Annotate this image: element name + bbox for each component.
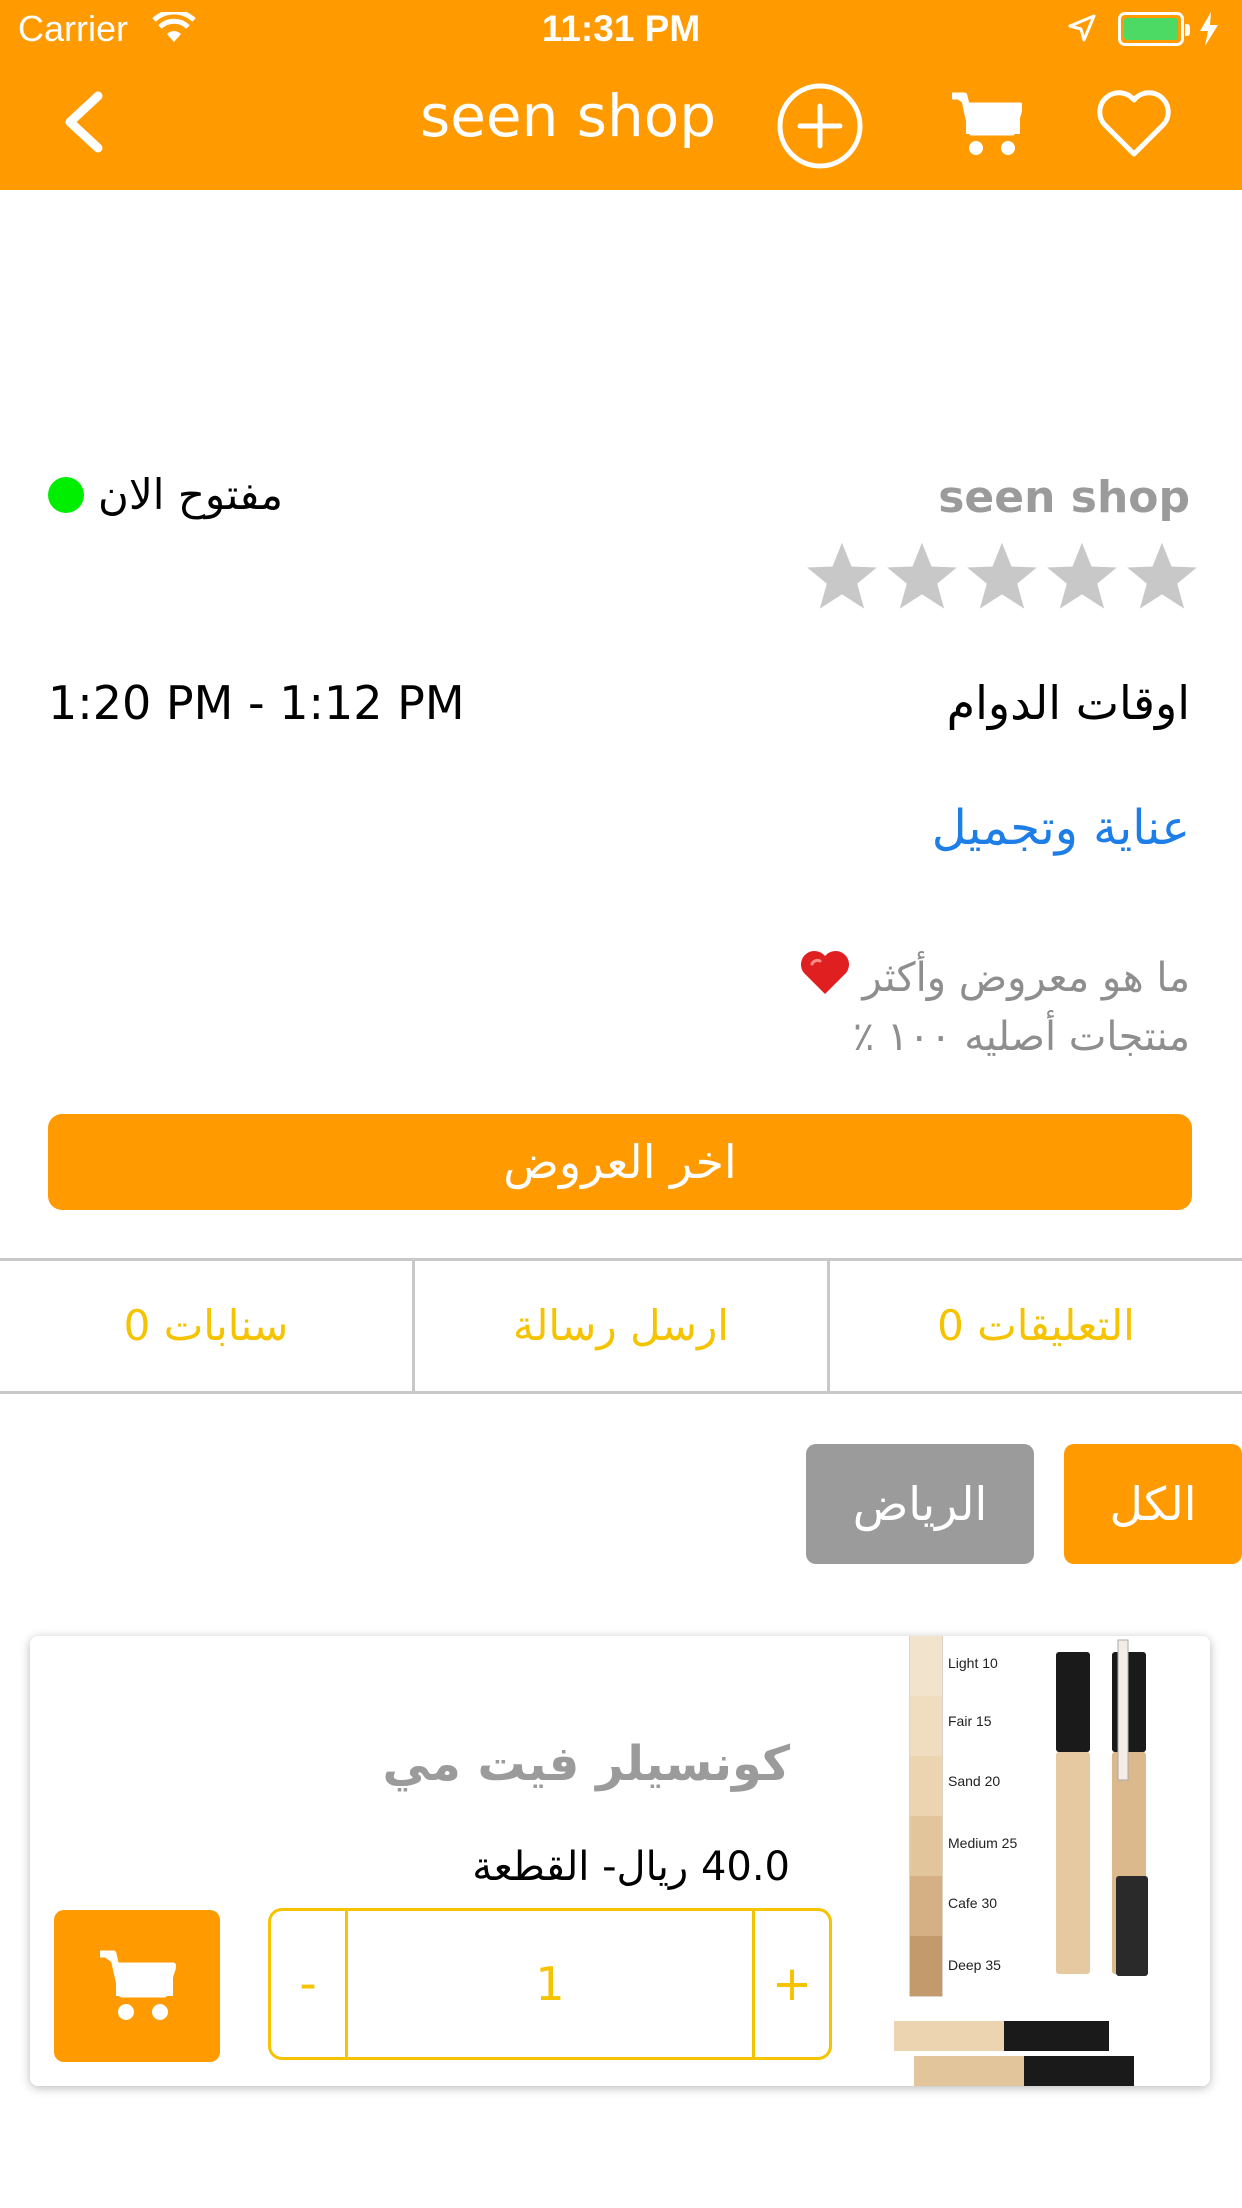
back-button[interactable] (60, 90, 120, 160)
cart-button[interactable] (950, 92, 1024, 162)
snapchat-count[interactable]: 0 سنابات (0, 1261, 412, 1391)
cart-icon (952, 92, 1024, 155)
swatch-label: Fair 15 (948, 1713, 992, 1729)
page-title: seen shop (420, 82, 717, 150)
swatch-label: Cafe 30 (948, 1895, 997, 1911)
star-icon (967, 542, 1037, 609)
star-icon (1127, 542, 1197, 609)
product-image: Light 10 Fair 15 Sand 20 Medium 25 Cafe … (880, 1636, 1210, 2086)
description-text: ما هو معروض وأكثر (862, 955, 1190, 1001)
location-arrow-icon (1068, 14, 1096, 46)
working-hours-label: اوقات الدوام (946, 676, 1190, 730)
add-circle-icon (777, 83, 863, 169)
product-card[interactable]: Light 10 Fair 15 Sand 20 Medium 25 Cafe … (30, 1636, 1210, 2086)
swatch-label: Light 10 (948, 1655, 998, 1671)
shop-name: seen shop (938, 472, 1190, 523)
cart-icon (100, 1950, 176, 2020)
heart-icon (1097, 90, 1171, 157)
product-name: كونسيلر فيت مي (382, 1736, 790, 1792)
shop-description-line2: منتجات أصليه ١٠٠ ٪ (852, 1014, 1190, 1060)
latest-offers-button[interactable]: اخر العروض (48, 1114, 1192, 1210)
star-icon (887, 542, 957, 609)
add-button[interactable] (776, 82, 864, 174)
open-status-dot (48, 476, 84, 513)
star-icon (1047, 542, 1117, 609)
clock: 11:31 PM (541, 8, 701, 49)
charging-bolt-icon (1198, 12, 1220, 50)
filter-chip-all[interactable]: الكل (1064, 1444, 1242, 1564)
chevron-left-icon (65, 91, 103, 153)
red-heart-icon (798, 948, 852, 1008)
stats-row: 0 سنابات ارسل رسالة 0 التعليقات (0, 1258, 1242, 1394)
comments-count[interactable]: 0 التعليقات (827, 1261, 1242, 1391)
open-status-label: مفتوح الان (98, 470, 284, 519)
open-status: مفتوح الان (48, 470, 283, 519)
shop-description-line1: ما هو معروض وأكثر (798, 948, 1190, 1008)
shop-category-link[interactable]: عناية وتجميل (932, 800, 1190, 856)
decrement-button[interactable]: - (271, 1911, 345, 2057)
battery-icon (1118, 12, 1190, 46)
quantity-stepper: - 1 + (268, 1908, 832, 2060)
favorite-button[interactable] (1094, 88, 1174, 164)
filter-chip-riyadh[interactable]: الرياض (806, 1444, 1034, 1564)
increment-button[interactable]: + (755, 1911, 829, 2057)
product-price: 40.0 ريال- القطعة (472, 1844, 790, 1890)
add-to-cart-button[interactable] (54, 1910, 220, 2062)
send-message-button[interactable]: ارسل رسالة (412, 1261, 827, 1391)
swatch-label: Medium 25 (948, 1835, 1017, 1851)
star-icon (807, 542, 877, 609)
quantity-value[interactable]: 1 (345, 1911, 755, 2057)
status-bar: Carrier 11:31 PM (0, 0, 1242, 60)
swatch-label: Sand 20 (948, 1773, 1000, 1789)
rating-stars (804, 538, 1200, 614)
working-hours-value: 1:20 PM - 1:12 PM (48, 676, 465, 730)
swatch-label: Deep 35 (948, 1957, 1001, 1973)
top-bar: Carrier 11:31 PM seen shop (0, 0, 1242, 190)
